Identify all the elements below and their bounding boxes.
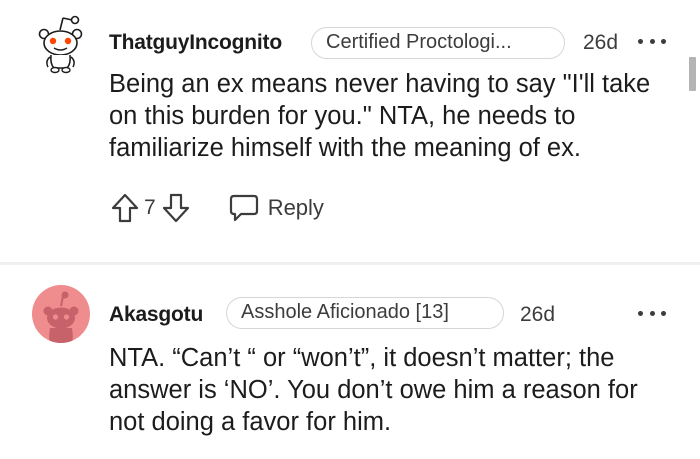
user-flair: Certified Proctologi...	[311, 27, 565, 59]
scrollbar-thumb[interactable]	[689, 57, 696, 91]
comment-author[interactable]: Akasgotu	[109, 303, 203, 327]
comment: Akasgotu Asshole Aficionado [13] 26d NTA…	[0, 265, 700, 459]
speech-bubble-icon	[229, 194, 258, 222]
comment-body: NTA. “Can’t “ or “won’t”, it doesn’t mat…	[109, 342, 679, 438]
arrow-up-icon	[111, 193, 139, 223]
downvote-button[interactable]	[160, 190, 192, 226]
comment: ThatguyIncognito Certified Proctologi...…	[0, 0, 700, 262]
arrow-down-icon	[162, 193, 189, 223]
upvote-button[interactable]	[109, 190, 141, 226]
comment-timestamp: 26d	[520, 303, 556, 326]
comment-actions: 7 Reply	[109, 190, 324, 226]
vote-score: 7	[144, 196, 156, 219]
more-options-button[interactable]	[638, 35, 666, 47]
ellipsis-icon	[638, 38, 643, 44]
comment-author[interactable]: ThatguyIncognito	[109, 31, 282, 55]
more-options-button[interactable]	[638, 307, 666, 319]
comment-timestamp: 26d	[583, 31, 619, 54]
user-flair: Asshole Aficionado [13]	[226, 297, 504, 329]
snoo-pink-avatar-icon[interactable]	[31, 284, 91, 344]
reply-label: Reply	[267, 195, 324, 220]
comment-text: Being an ex means never having to say "I…	[109, 70, 651, 162]
comment-body: Being an ex means never having to say "I…	[109, 68, 684, 164]
snoo-default-icon[interactable]	[36, 12, 86, 74]
ellipsis-icon	[638, 310, 643, 316]
comment-text: NTA. “Can’t “ or “won’t”, it doesn’t mat…	[109, 344, 638, 436]
reply-button[interactable]: Reply	[229, 193, 324, 223]
